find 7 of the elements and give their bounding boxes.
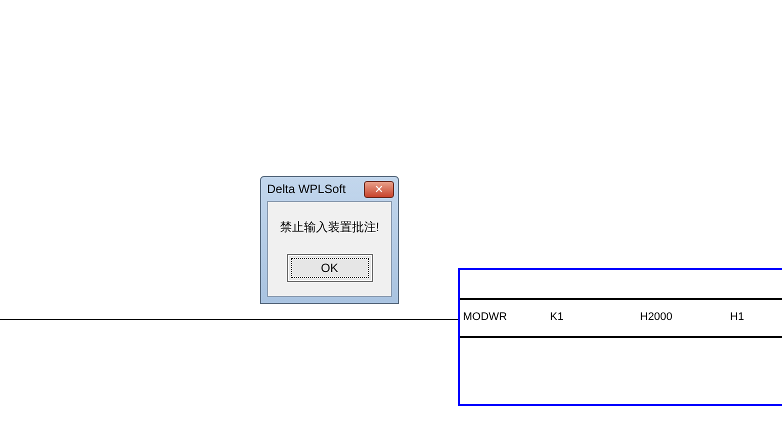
operand-text: H2000	[640, 311, 672, 323]
ok-button[interactable]: OK	[286, 254, 372, 282]
dialog-message: 禁止输入装置批注!	[280, 219, 380, 236]
dialog-title: Delta WPLSoft	[267, 182, 346, 196]
operand-text: H1	[730, 311, 744, 323]
instruction-name: MODWR	[463, 311, 507, 323]
operand-text: K1	[550, 311, 564, 323]
